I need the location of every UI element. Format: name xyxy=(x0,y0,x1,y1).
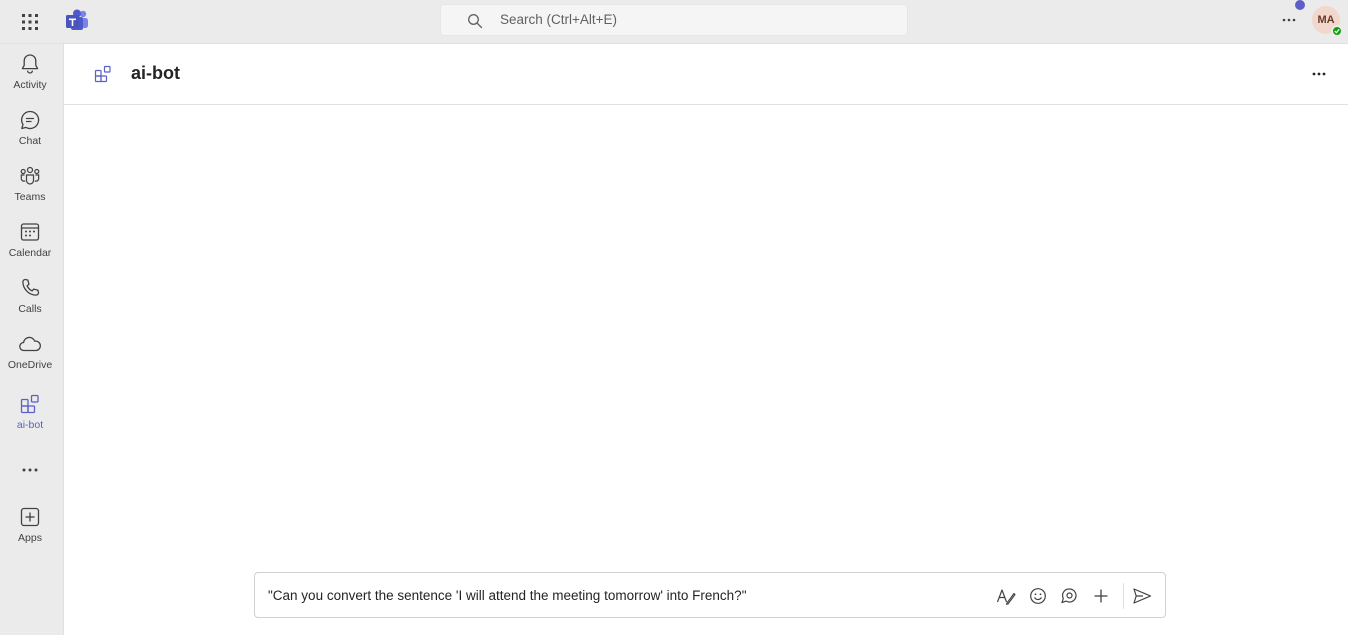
more-options-icon[interactable] xyxy=(1278,10,1300,30)
app-launcher-icon[interactable] xyxy=(18,10,42,34)
rail-item-ai-bot[interactable]: ai-bot xyxy=(0,392,60,431)
rail-label-calls: Calls xyxy=(18,303,42,315)
send-icon[interactable] xyxy=(1132,586,1152,606)
app-icon xyxy=(18,392,42,416)
search-input[interactable]: Search (Ctrl+Alt+E) xyxy=(440,4,908,36)
toolbar-divider xyxy=(1123,583,1124,609)
loop-icon[interactable] xyxy=(1059,586,1079,606)
more-horizontal-icon xyxy=(18,458,42,482)
rail-label-ai-bot: ai-bot xyxy=(16,419,44,431)
left-rail: Activity Chat Teams Calendar Calls OneDr… xyxy=(0,44,63,635)
message-input[interactable]: "Can you convert the sentence 'I will at… xyxy=(268,588,747,603)
main-content: ai-bot "Can you convert the sentence 'I … xyxy=(63,44,1348,635)
rail-label-apps: Apps xyxy=(18,532,42,544)
rail-item-onedrive[interactable]: OneDrive xyxy=(0,332,60,371)
bell-icon xyxy=(18,52,42,76)
rail-item-apps[interactable]: Apps xyxy=(0,505,60,544)
notification-dot xyxy=(1295,0,1305,10)
more-options-icon[interactable] xyxy=(1308,64,1330,84)
chat-icon xyxy=(18,108,42,132)
cloud-icon xyxy=(18,332,42,356)
app-icon xyxy=(94,65,111,83)
plus-icon[interactable] xyxy=(1091,586,1111,606)
format-icon[interactable] xyxy=(996,586,1016,606)
rail-more-apps-button[interactable] xyxy=(0,458,60,482)
emoji-icon[interactable] xyxy=(1028,586,1048,606)
avatar-initials: MA xyxy=(1317,14,1335,26)
avatar[interactable]: MA xyxy=(1312,6,1343,37)
add-app-icon xyxy=(18,505,42,529)
teams-logo-icon xyxy=(64,9,90,33)
rail-label-teams: Teams xyxy=(14,191,46,203)
search-icon xyxy=(468,14,483,29)
rail-item-teams[interactable]: Teams xyxy=(0,164,60,203)
calendar-icon xyxy=(18,220,42,244)
rail-item-calendar[interactable]: Calendar xyxy=(0,220,60,259)
rail-item-chat[interactable]: Chat xyxy=(0,108,60,147)
app-header: ai-bot xyxy=(64,44,1348,105)
rail-label-activity: Activity xyxy=(13,79,47,91)
rail-label-onedrive: OneDrive xyxy=(7,359,53,371)
top-bar: Search (Ctrl+Alt+E) MA xyxy=(0,0,1348,44)
rail-label-calendar: Calendar xyxy=(8,247,52,259)
presence-available-icon xyxy=(1331,25,1343,37)
rail-label-chat: Chat xyxy=(18,135,42,147)
search-placeholder: Search (Ctrl+Alt+E) xyxy=(500,12,618,27)
message-composer[interactable]: "Can you convert the sentence 'I will at… xyxy=(254,572,1166,618)
rail-item-calls[interactable]: Calls xyxy=(0,276,60,315)
phone-icon xyxy=(18,276,42,300)
rail-item-activity[interactable]: Activity xyxy=(0,52,60,91)
page-title: ai-bot xyxy=(131,63,180,83)
teams-icon xyxy=(18,164,42,188)
